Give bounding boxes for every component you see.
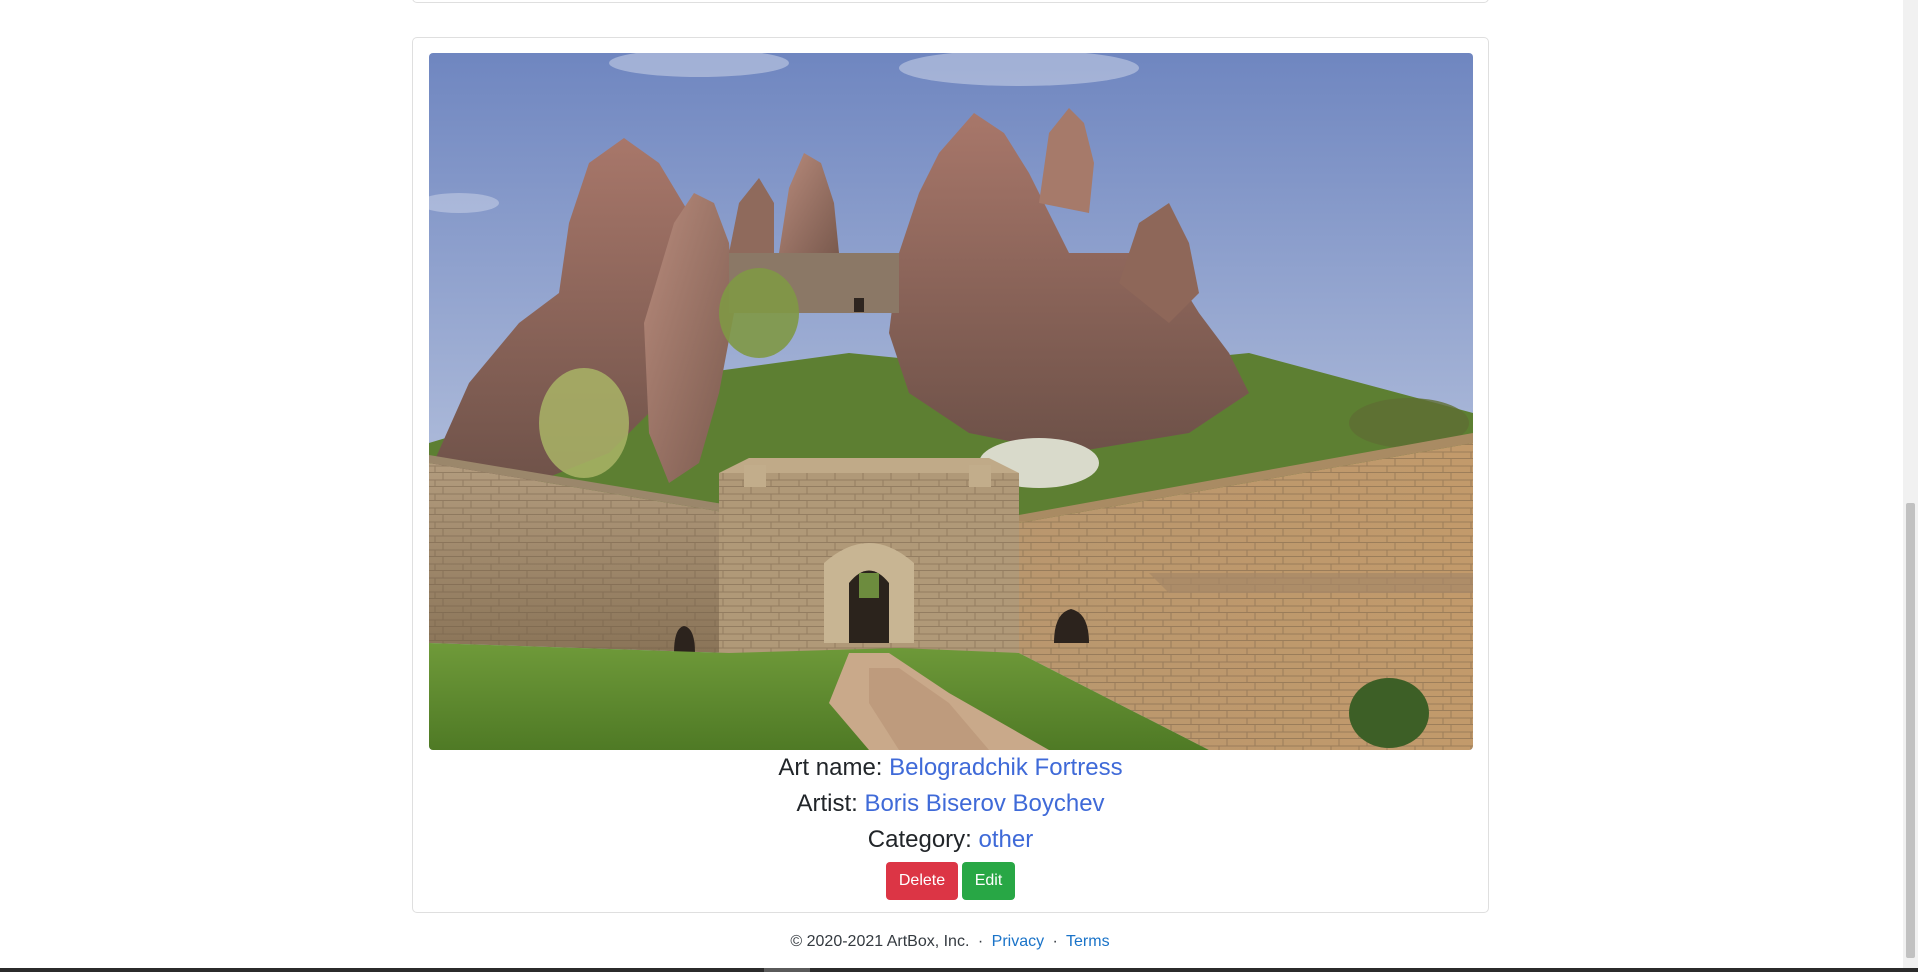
category-label: Category: bbox=[867, 826, 972, 853]
category-link[interactable]: other bbox=[979, 826, 1034, 853]
art-name-link[interactable]: Belogradchik Fortress bbox=[889, 754, 1122, 781]
art-card: Art name: Belogradchik Fortress Artist: … bbox=[412, 37, 1489, 913]
artist-label: Artist: bbox=[796, 790, 858, 817]
page: Art name: Belogradchik Fortress Artist: … bbox=[0, 0, 1918, 972]
privacy-link[interactable]: Privacy bbox=[992, 933, 1044, 950]
footer-separator: · bbox=[977, 933, 984, 950]
footer-separator: · bbox=[1052, 933, 1058, 950]
vertical-scrollbar[interactable] bbox=[1903, 0, 1918, 968]
delete-button[interactable]: Delete bbox=[886, 862, 958, 900]
art-actions: Delete Edit bbox=[413, 862, 1488, 900]
art-info: Art name: Belogradchik Fortress Artist: … bbox=[413, 750, 1488, 900]
window-bottom-edge bbox=[0, 968, 1918, 972]
scrollbar-thumb[interactable] bbox=[1906, 503, 1915, 958]
artist-line: Artist: Boris Biserov Boychev bbox=[413, 786, 1488, 822]
art-image[interactable] bbox=[429, 53, 1473, 750]
artist-link[interactable]: Boris Biserov Boychev bbox=[864, 790, 1104, 817]
window-bottom-handle bbox=[764, 968, 810, 972]
category-line: Category: other bbox=[413, 822, 1488, 858]
art-name-label: Art name: bbox=[778, 754, 883, 781]
art-name-line: Art name: Belogradchik Fortress bbox=[413, 750, 1488, 786]
previous-art-card bbox=[412, 0, 1489, 3]
edit-button[interactable]: Edit bbox=[962, 862, 1015, 900]
footer-copyright: © 2020-2021 ArtBox, Inc. bbox=[790, 933, 970, 950]
footer: © 2020-2021 ArtBox, Inc. · Privacy · Ter… bbox=[0, 929, 1900, 955]
terms-link[interactable]: Terms bbox=[1066, 933, 1110, 950]
